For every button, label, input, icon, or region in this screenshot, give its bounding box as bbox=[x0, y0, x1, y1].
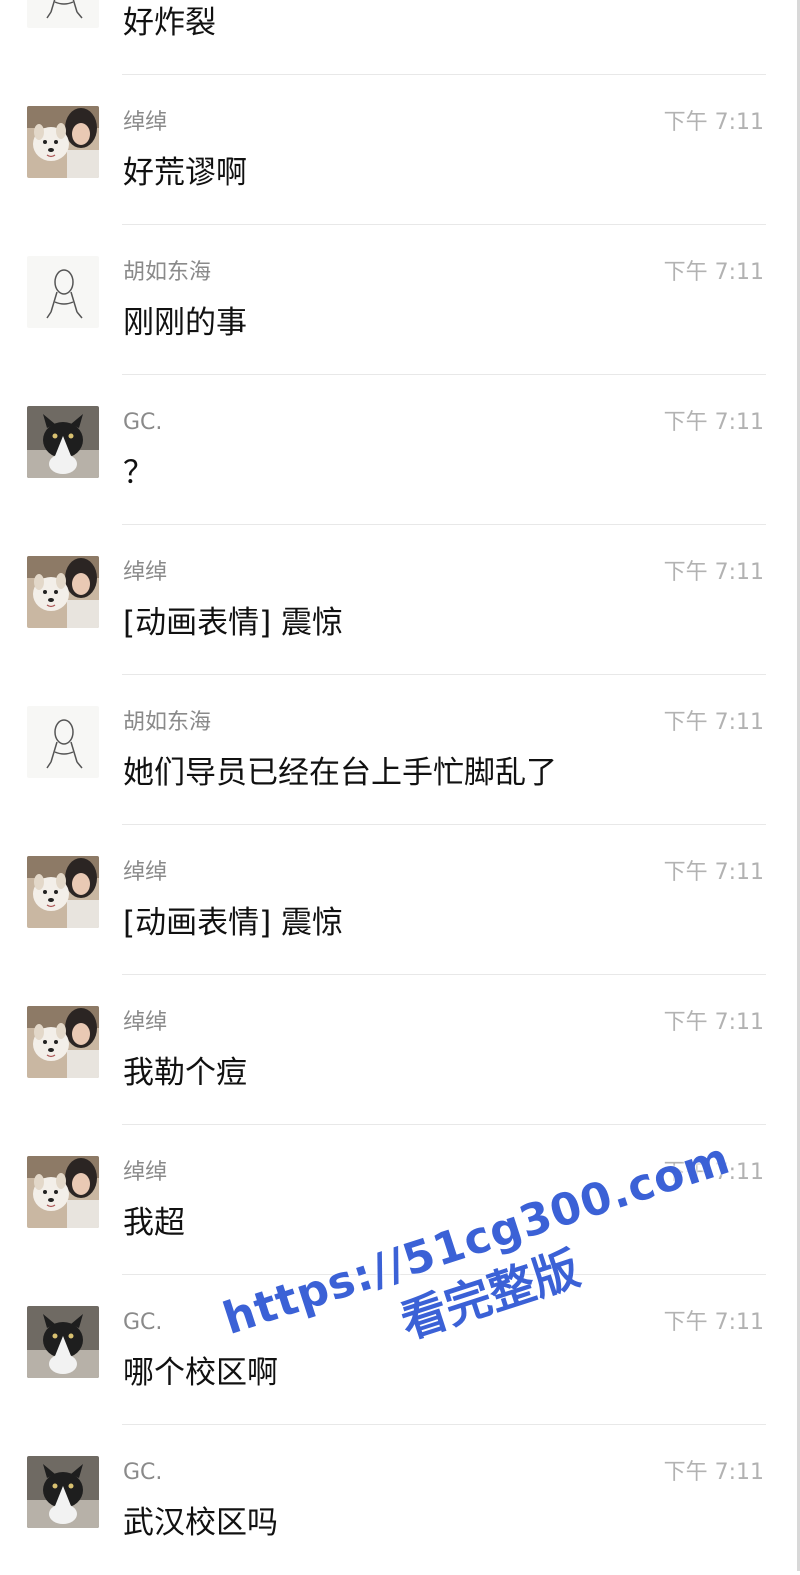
sketch-avatar-icon bbox=[27, 706, 99, 778]
dog-girl-avatar-icon bbox=[27, 106, 99, 178]
cat-avatar-icon bbox=[27, 1306, 99, 1378]
avatar[interactable] bbox=[27, 106, 99, 178]
list-item[interactable]: 绰绰 下午 7:11 [动画表情] 震惊 bbox=[0, 525, 800, 675]
avatar[interactable] bbox=[27, 556, 99, 628]
avatar[interactable] bbox=[27, 856, 99, 928]
list-item[interactable]: GC. 下午 7:11 ？ bbox=[0, 375, 800, 525]
message-time: 下午 7:11 bbox=[663, 110, 764, 135]
sketch-avatar-icon bbox=[27, 0, 99, 28]
sketch-avatar-icon bbox=[27, 256, 99, 328]
avatar[interactable] bbox=[27, 406, 99, 478]
message-text: [动画表情] 震惊 bbox=[123, 905, 344, 941]
message-time: 下午 7:11 bbox=[663, 560, 764, 585]
message-time: 下午 7:11 bbox=[663, 1160, 764, 1185]
avatar[interactable] bbox=[27, 706, 99, 778]
sender-name: GC. bbox=[123, 1460, 163, 1485]
list-item[interactable]: 好炸裂 bbox=[0, 0, 800, 75]
message-text: 刚刚的事 bbox=[123, 305, 247, 341]
sender-name: 绰绰 bbox=[123, 560, 168, 585]
message-text: 武汉校区吗 bbox=[123, 1505, 278, 1541]
message-text: ？ bbox=[123, 455, 154, 491]
list-item[interactable]: 绰绰 下午 7:11 我超 bbox=[0, 1125, 800, 1275]
dog-girl-avatar-icon bbox=[27, 1006, 99, 1078]
cat-avatar-icon bbox=[27, 1456, 99, 1528]
sender-name: 绰绰 bbox=[123, 1010, 168, 1035]
cat-avatar-icon bbox=[27, 406, 99, 478]
message-text: 我超 bbox=[123, 1205, 185, 1241]
list-item[interactable]: GC. 下午 7:11 哪个校区啊 bbox=[0, 1275, 800, 1425]
dog-girl-avatar-icon bbox=[27, 1156, 99, 1228]
chat-message-list[interactable]: 好炸裂 绰绰 下午 7:11 好荒谬啊 胡如东海 下午 7:11 刚刚的事 GC… bbox=[0, 0, 800, 1575]
message-time: 下午 7:11 bbox=[663, 860, 764, 885]
avatar[interactable] bbox=[27, 1306, 99, 1378]
message-time: 下午 7:11 bbox=[663, 1010, 764, 1035]
message-time: 下午 7:11 bbox=[663, 710, 764, 735]
sender-name: 绰绰 bbox=[123, 110, 168, 135]
list-item[interactable]: 绰绰 下午 7:11 我勒个痘 bbox=[0, 975, 800, 1125]
message-time: 下午 7:11 bbox=[663, 260, 764, 285]
dog-girl-avatar-icon bbox=[27, 856, 99, 928]
message-time: 下午 7:11 bbox=[663, 410, 764, 435]
list-item[interactable]: 胡如东海 下午 7:11 她们导员已经在台上手忙脚乱了 bbox=[0, 675, 800, 825]
sender-name: 胡如东海 bbox=[123, 260, 212, 285]
list-item[interactable]: 绰绰 下午 7:11 好荒谬啊 bbox=[0, 75, 800, 225]
avatar[interactable] bbox=[27, 1006, 99, 1078]
sender-name: 胡如东海 bbox=[123, 710, 212, 735]
sender-name: GC. bbox=[123, 1310, 163, 1335]
sender-name: 绰绰 bbox=[123, 860, 168, 885]
message-text: 好炸裂 bbox=[123, 5, 216, 41]
message-text: 她们导员已经在台上手忙脚乱了 bbox=[123, 755, 557, 791]
message-text: 好荒谬啊 bbox=[123, 155, 247, 191]
dog-girl-avatar-icon bbox=[27, 556, 99, 628]
list-item[interactable]: 绰绰 下午 7:11 [动画表情] 震惊 bbox=[0, 825, 800, 975]
message-time: 下午 7:11 bbox=[663, 1460, 764, 1485]
message-text: 哪个校区啊 bbox=[123, 1355, 278, 1391]
message-time: 下午 7:11 bbox=[663, 1310, 764, 1335]
sender-name: GC. bbox=[123, 410, 163, 435]
sender-name: 绰绰 bbox=[123, 1160, 168, 1185]
avatar[interactable] bbox=[27, 1156, 99, 1228]
list-item[interactable]: GC. 下午 7:11 武汉校区吗 bbox=[0, 1425, 800, 1575]
avatar[interactable] bbox=[27, 256, 99, 328]
avatar[interactable] bbox=[27, 1456, 99, 1528]
message-text: [动画表情] 震惊 bbox=[123, 605, 344, 641]
message-text: 我勒个痘 bbox=[123, 1055, 247, 1091]
list-item[interactable]: 胡如东海 下午 7:11 刚刚的事 bbox=[0, 225, 800, 375]
avatar[interactable] bbox=[27, 0, 99, 28]
